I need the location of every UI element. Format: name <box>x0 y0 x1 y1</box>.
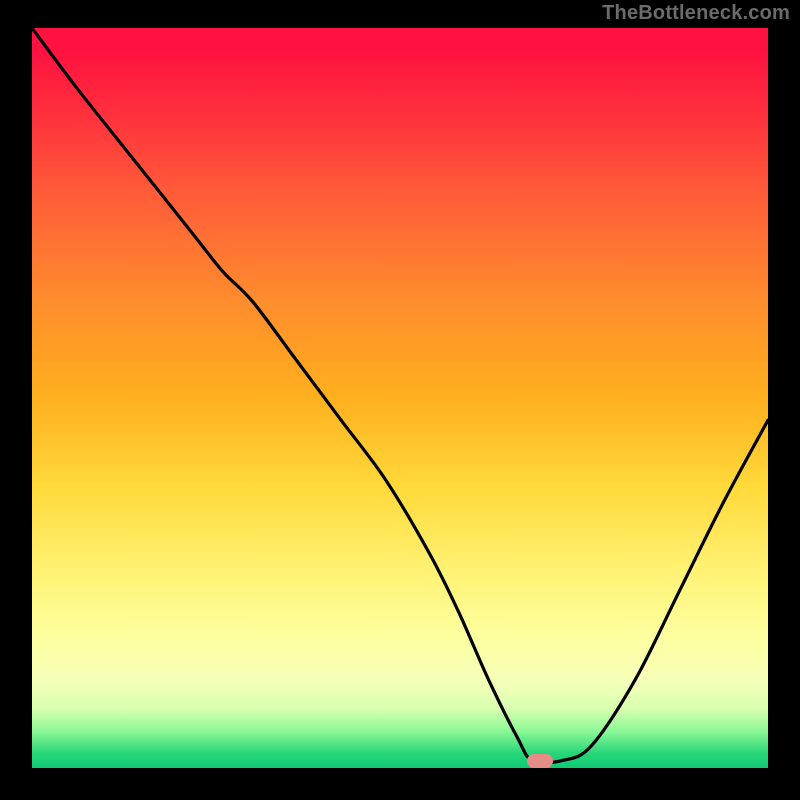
plot-area <box>32 28 768 768</box>
chart-frame: TheBottleneck.com <box>0 0 800 800</box>
bottleneck-curve <box>32 28 768 768</box>
attribution-label: TheBottleneck.com <box>602 2 790 25</box>
optimum-marker <box>527 754 553 768</box>
